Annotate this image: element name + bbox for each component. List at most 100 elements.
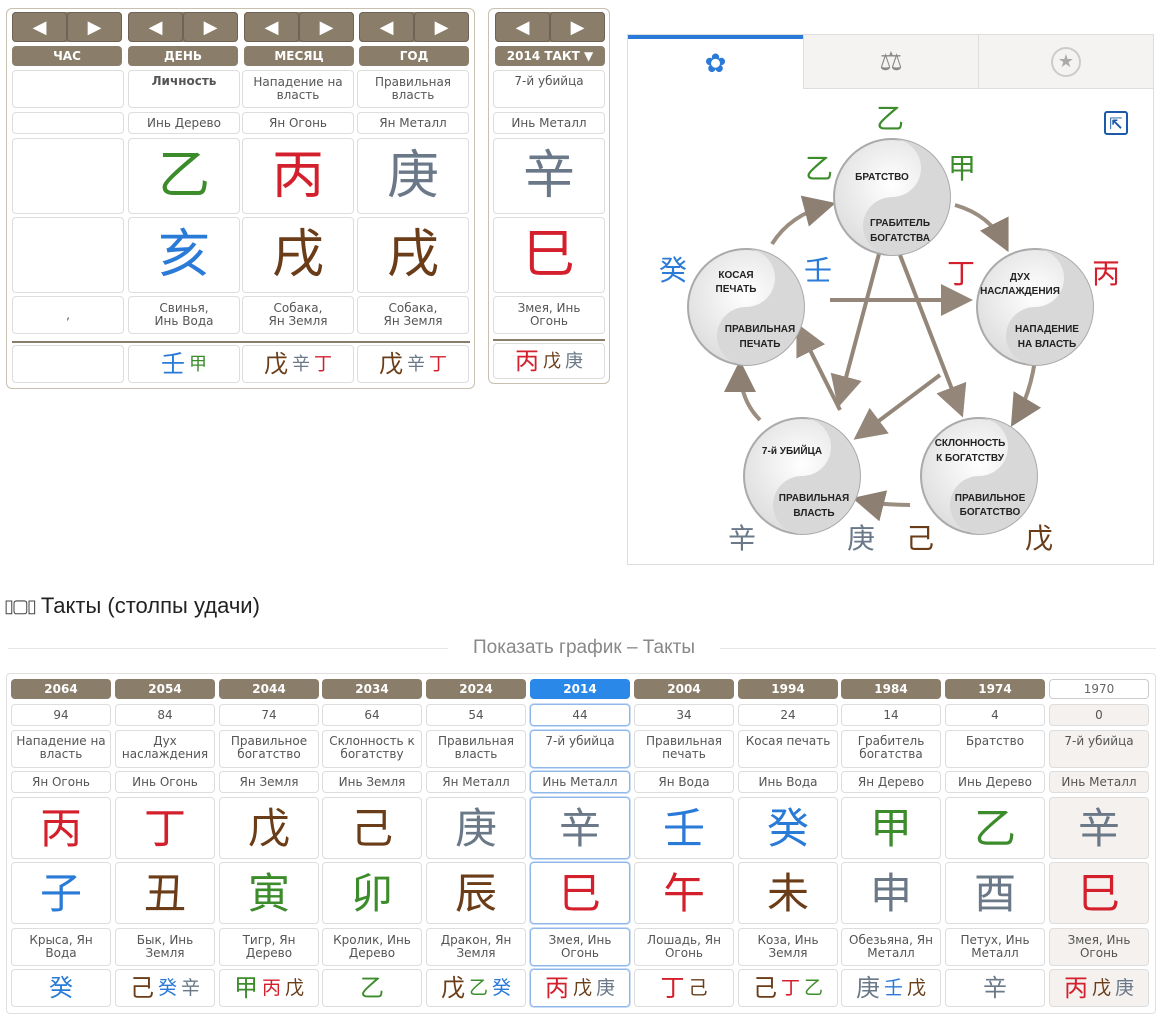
month-prev-button[interactable]: ◀ (244, 12, 299, 42)
pillar-animal: Тигр, Ян Дерево (219, 928, 319, 966)
hidden-stem: 壬 (883, 976, 903, 999)
hidden-stem: 戊 (379, 349, 403, 378)
pillar-stem[interactable]: 癸 (738, 797, 838, 859)
pillar-stem[interactable]: 丙 (11, 797, 111, 859)
year-next-button[interactable]: ▶ (414, 12, 469, 42)
node-bottom-left: 7-й УБИЙЦА ПРАВИЛЬНАЯ ВЛАСТЬ (743, 417, 861, 535)
year-nav: ◀ ▶ (359, 12, 469, 42)
pillar-year-header[interactable]: 2054 (115, 679, 215, 699)
pillar-year-header[interactable]: 2014 (530, 679, 630, 699)
pillar-year-header[interactable]: 1994 (738, 679, 838, 699)
takt-branch[interactable]: 巳 (493, 217, 605, 293)
pillar-stem[interactable]: 己 (322, 797, 422, 859)
pillar-stem[interactable]: 乙 (945, 797, 1045, 859)
hour-next-button[interactable]: ▶ (67, 12, 122, 42)
day-prev-button[interactable]: ◀ (128, 12, 183, 42)
pillar-animal: Змея, Инь Огонь (530, 928, 630, 966)
year-stem[interactable]: 庚 (357, 138, 469, 214)
pillar-year-header[interactable]: 2064 (11, 679, 111, 699)
pillar-role: Косая печать (738, 730, 838, 768)
node-left-right-stem: 壬 (804, 254, 832, 287)
month-next-button[interactable]: ▶ (299, 12, 354, 42)
tab-star[interactable]: ★ (978, 35, 1153, 89)
pillar-stem[interactable]: 辛 (1049, 797, 1149, 859)
graph-divider-left (8, 648, 448, 649)
pillar-animal: Дракон, Ян Земля (426, 928, 526, 966)
pillar-stem[interactable]: 辛 (530, 797, 630, 859)
pillar-branch[interactable]: 午 (634, 862, 734, 924)
pillar-year-header[interactable]: 1970 (1049, 679, 1149, 699)
svg-text:НАПАДЕНИЕ: НАПАДЕНИЕ (1015, 324, 1079, 335)
year-branch[interactable]: 戌 (357, 217, 469, 293)
tab-pentagram[interactable]: ✿ (628, 35, 803, 89)
pillar-branch[interactable]: 巳 (1049, 862, 1149, 924)
pillar-year-header[interactable]: 2024 (426, 679, 526, 699)
hidden-stem: 戊 (1091, 976, 1111, 999)
node-br-left-stem: 己 (906, 522, 934, 555)
pillar-branch[interactable]: 申 (841, 862, 941, 924)
pillar-age: 14 (841, 704, 941, 726)
pillar-branch[interactable]: 子 (11, 862, 111, 924)
takt-next-button[interactable]: ▶ (550, 12, 605, 42)
toggle-icon[interactable]: ▯▢▯ (4, 596, 37, 617)
svg-text:НАСЛАЖДЕНИЯ: НАСЛАЖДЕНИЯ (980, 286, 1060, 297)
hour-header: ЧАС (12, 46, 122, 66)
hidden-stem: 戊 (543, 350, 561, 372)
pillar-year-header[interactable]: 1974 (945, 679, 1045, 699)
pillar-stem-text: Инь Вода (738, 771, 838, 793)
hour-branch[interactable] (12, 217, 124, 293)
hidden-stem: 丁 (429, 353, 447, 375)
takt-dropdown[interactable]: 2014 ТАКТ ▼ (495, 46, 605, 66)
pillar-branch[interactable]: 辰 (426, 862, 526, 924)
pillar-branch[interactable]: 卯 (322, 862, 422, 924)
pillar-stem[interactable]: 甲 (841, 797, 941, 859)
day-branch[interactable]: 亥 (128, 217, 240, 293)
hour-nav: ◀ ▶ (12, 12, 122, 42)
month-branch[interactable]: 戌 (242, 217, 354, 293)
pillar-branch[interactable]: 未 (738, 862, 838, 924)
hidden-stem: 甲 (233, 973, 258, 1002)
pillar-stem[interactable]: 丁 (115, 797, 215, 859)
pillar-role: Склонность к богатству (322, 730, 422, 768)
show-graph-link[interactable]: Показать график – Такты (448, 636, 720, 660)
pillar-role: Братство (945, 730, 1045, 768)
tab-scales[interactable]: ⚖ (803, 35, 978, 89)
hidden-stem: 戊 (572, 976, 592, 999)
hidden-stem: 辛 (983, 973, 1007, 1002)
hidden-stem: 丁 (780, 976, 800, 999)
month-stem-text: Ян Огонь (242, 112, 354, 134)
pillar-year-header[interactable]: 2044 (219, 679, 319, 699)
pillar-year-header[interactable]: 2034 (322, 679, 422, 699)
month-hidden: 戊 辛 丁 (242, 345, 354, 383)
pillar-year-header[interactable]: 2004 (634, 679, 734, 699)
year-prev-button[interactable]: ◀ (359, 12, 414, 42)
pillar-branch[interactable]: 寅 (219, 862, 319, 924)
pillar-stem[interactable]: 庚 (426, 797, 526, 859)
pillar-animal: Коза, Инь Земля (738, 928, 838, 966)
pillar-year-header[interactable]: 1984 (841, 679, 941, 699)
takt-stem-text: Инь Металл (493, 112, 605, 134)
pillar-branch[interactable]: 巳 (530, 862, 630, 924)
hidden-stem: 己 (688, 976, 708, 999)
pillar-hidden-stems: 丙戊庚 (1049, 969, 1149, 1007)
hour-prev-button[interactable]: ◀ (12, 12, 67, 42)
node-right-left-stem: 丁 (947, 257, 975, 290)
hour-stem[interactable] (12, 138, 124, 214)
pillar-stem[interactable]: 戊 (219, 797, 319, 859)
hidden-stem: 丙 (1063, 973, 1088, 1002)
hidden-stem: 戊 (285, 976, 305, 999)
pillar-stem[interactable]: 壬 (634, 797, 734, 859)
month-stem[interactable]: 丙 (242, 138, 354, 214)
pillar-hidden-stems: 丙戊庚 (530, 969, 630, 1007)
pillar-animal: Бык, Инь Земля (115, 928, 215, 966)
year-role: Правильная власть (357, 70, 469, 108)
takt-stem[interactable]: 辛 (493, 138, 605, 214)
top-stem: 乙 (876, 102, 904, 135)
pillar-branch[interactable]: 丑 (115, 862, 215, 924)
takt-hidden: 丙 戊 庚 (493, 343, 605, 379)
takt-prev-button[interactable]: ◀ (495, 12, 550, 42)
day-next-button[interactable]: ▶ (183, 12, 238, 42)
pillar-branch[interactable]: 酉 (945, 862, 1045, 924)
section-title-text: Такты (столпы удачи) (40, 593, 260, 618)
day-stem[interactable]: 乙 (128, 138, 240, 214)
